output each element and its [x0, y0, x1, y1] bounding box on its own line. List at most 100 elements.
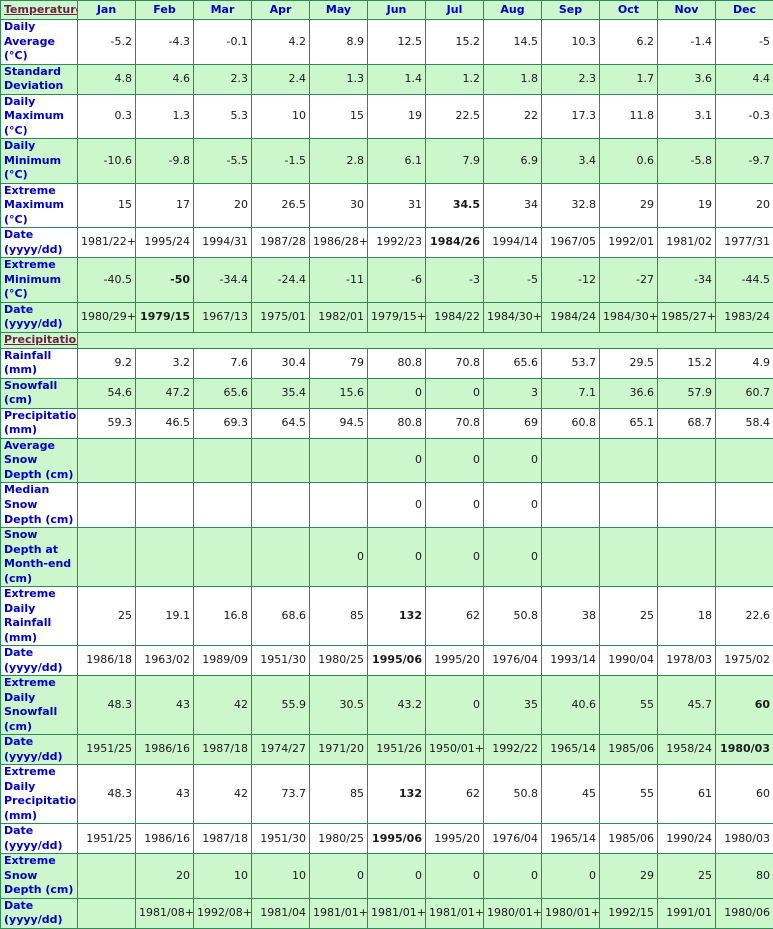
cell-value: 1979/15 [136, 302, 194, 332]
cell-value: 32.8 [542, 183, 600, 228]
cell-value: 34 [484, 183, 542, 228]
cell-value: 1992/08+ [194, 898, 252, 928]
table-row: Extreme Daily Precipitation (mm)48.34342… [1, 765, 773, 824]
table-row: Daily Average (°C)-5.2-4.3-0.14.28.912.5… [1, 20, 773, 65]
cell-value: -27 [600, 258, 658, 303]
cell-value: 1951/25 [78, 735, 136, 765]
column-header-mar: Mar [194, 1, 252, 20]
cell-value: 1981/22+ [78, 228, 136, 258]
cell-value: 11.8 [600, 94, 658, 139]
cell-value: 12.5 [368, 20, 426, 65]
cell-value: 15.6 [310, 378, 368, 408]
cell-value: 6.1 [368, 139, 426, 184]
cell-value: 2.4 [252, 64, 310, 94]
cell-value: 1987/28 [252, 228, 310, 258]
cell-value: 0.6 [600, 139, 658, 184]
cell-value: 30.4 [252, 348, 310, 378]
cell-value: -0.3 [716, 94, 773, 139]
column-header-jul: Jul [426, 1, 484, 20]
cell-value: 1951/30 [252, 824, 310, 854]
cell-value: 70.8 [426, 408, 484, 438]
cell-value: 0 [310, 528, 368, 587]
cell-value: 94.5 [310, 408, 368, 438]
cell-value: 35 [484, 676, 542, 735]
cell-value: -24.4 [252, 258, 310, 303]
cell-value: 43 [136, 765, 194, 824]
cell-value: 1995/06 [368, 824, 426, 854]
cell-value: 5.3 [194, 94, 252, 139]
cell-value [716, 483, 773, 528]
table-row: Date (yyyy/dd)1981/22+1995/241994/311987… [1, 228, 773, 258]
cell-value: 0.3 [78, 94, 136, 139]
cell-value: 1981/04 [252, 898, 310, 928]
cell-value: 1986/18 [78, 646, 136, 676]
cell-value [600, 483, 658, 528]
cell-value: -34.4 [194, 258, 252, 303]
table-row: Median Snow Depth (cm) 000 D [1, 483, 773, 528]
row-label: Snow Depth at Month-end (cm) [1, 528, 78, 587]
cell-value: 4.8 [78, 64, 136, 94]
row-label: Extreme Minimum (°C) [1, 258, 78, 303]
cell-value: 1967/05 [542, 228, 600, 258]
cell-value: 1965/14 [542, 735, 600, 765]
cell-value [542, 438, 600, 483]
cell-value: 36.6 [600, 378, 658, 408]
cell-value: 29 [600, 854, 658, 899]
cell-value: 1980/29+ [78, 302, 136, 332]
cell-value: 0 [542, 854, 600, 899]
row-label: Average Snow Depth (cm) [1, 438, 78, 483]
table-row: Snow Depth at Month-end (cm) 0000 D [1, 528, 773, 587]
cell-value: -5.5 [194, 139, 252, 184]
cell-value: -1.4 [658, 20, 716, 65]
cell-value: 1965/14 [542, 824, 600, 854]
cell-value [194, 483, 252, 528]
cell-value: 4.9 [716, 348, 773, 378]
cell-value: 53.7 [542, 348, 600, 378]
cell-value: 1987/18 [194, 824, 252, 854]
cell-value: 0 [484, 483, 542, 528]
cell-value: 38 [542, 587, 600, 646]
cell-value: 1980/03 [716, 735, 773, 765]
cell-value: 1979/15+ [368, 302, 426, 332]
cell-value: -5.2 [78, 20, 136, 65]
cell-value [252, 438, 310, 483]
cell-value: 15.2 [426, 20, 484, 65]
column-header-aug: Aug [484, 1, 542, 20]
row-label: Precipitation (mm) [1, 408, 78, 438]
cell-value: 1982/01 [310, 302, 368, 332]
cell-value: 25 [78, 587, 136, 646]
cell-value: 6.2 [600, 20, 658, 65]
cell-value: 80 [716, 854, 773, 899]
cell-value [542, 483, 600, 528]
cell-value: 20 [194, 183, 252, 228]
cell-value: 73.7 [252, 765, 310, 824]
row-label: Rainfall (mm) [1, 348, 78, 378]
cell-value: 1.3 [310, 64, 368, 94]
row-label: Extreme Daily Rainfall (mm) [1, 587, 78, 646]
column-header-may: May [310, 1, 368, 20]
cell-value: 19 [368, 94, 426, 139]
cell-value: 1.8 [484, 64, 542, 94]
table-row: Extreme Snow Depth (cm) 2010100000029258… [1, 854, 773, 899]
row-label: Extreme Snow Depth (cm) [1, 854, 78, 899]
climate-data-table: Temperature:JanFebMarAprMayJunJulAugSepO… [0, 0, 773, 929]
cell-value [542, 528, 600, 587]
cell-value: 1985/27+ [658, 302, 716, 332]
cell-value: 8.9 [310, 20, 368, 65]
cell-value: 1983/24 [716, 302, 773, 332]
cell-value: 60.8 [542, 408, 600, 438]
cell-value: 1980/06 [716, 898, 773, 928]
cell-value: 6.9 [484, 139, 542, 184]
cell-value: 1985/06 [600, 735, 658, 765]
table-row: Date (yyyy/dd) 1981/08+1992/08+1981/0419… [1, 898, 773, 928]
cell-value: 132 [368, 587, 426, 646]
row-label: Extreme Maximum (°C) [1, 183, 78, 228]
cell-value [658, 483, 716, 528]
cell-value [310, 438, 368, 483]
cell-value: 57.9 [658, 378, 716, 408]
table-body: Temperature:JanFebMarAprMayJunJulAugSepO… [1, 1, 773, 929]
section-header-filler [78, 332, 773, 348]
cell-value: 55 [600, 676, 658, 735]
cell-value [78, 528, 136, 587]
cell-value: 10.3 [542, 20, 600, 65]
